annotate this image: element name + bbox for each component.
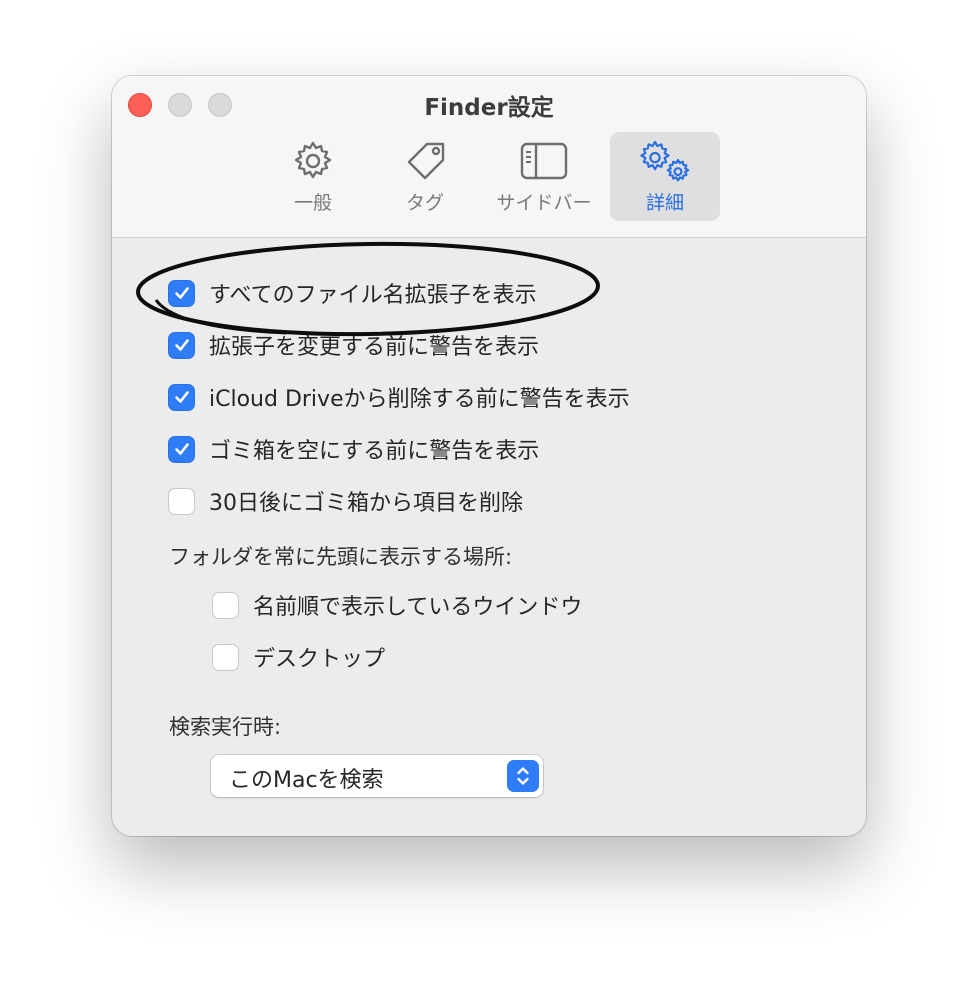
search-scope-popup[interactable]: このMacを検索 — [211, 755, 543, 797]
folders-on-top-heading: フォルダを常に先頭に表示する場所: — [169, 545, 513, 569]
option-warn-extension-change[interactable]: 拡張子を変更する前に警告を表示 — [168, 330, 539, 360]
search-scope-value: このMacを検索 — [229, 768, 384, 793]
option-warn-empty-trash[interactable]: ゴミ箱を空にする前に警告を表示 — [168, 434, 539, 464]
folders-top-desktop-checkbox[interactable] — [212, 643, 239, 671]
tab-general-label: 一般 — [293, 192, 332, 214]
remove-trash-30days-checkbox[interactable] — [168, 487, 195, 515]
folders-top-desktop-label: デスクトップ — [253, 647, 386, 672]
search-scope-heading: 検索実行時: — [169, 715, 282, 739]
show-extensions-checkbox[interactable] — [168, 279, 195, 307]
warn-empty-trash-checkbox[interactable] — [168, 435, 195, 463]
gear-icon — [258, 138, 368, 184]
warn-extension-change-label: 拡張子を変更する前に警告を表示 — [209, 335, 540, 360]
titlebar: Finder設定 一般 タグ サイドバー 詳細 — [112, 76, 866, 238]
advanced-pane: すべてのファイル名拡張子を表示 拡張子を変更する前に警告を表示 iCloud D… — [112, 238, 866, 836]
warn-icloud-remove-label: iCloud Driveから削除する前に警告を表示 — [209, 387, 630, 412]
option-show-extensions[interactable]: すべてのファイル名拡張子を表示 — [168, 278, 537, 308]
tab-tags-label: タグ — [405, 192, 444, 214]
tab-tags[interactable]: タグ — [370, 132, 480, 221]
sidebar-icon — [489, 138, 599, 184]
option-warn-icloud-remove[interactable]: iCloud Driveから削除する前に警告を表示 — [168, 382, 630, 412]
show-extensions-label: すべてのファイル名拡張子を表示 — [209, 283, 537, 308]
warn-empty-trash-label: ゴミ箱を空にする前に警告を表示 — [209, 439, 540, 464]
remove-trash-30days-label: 30日後にゴミ箱から項目を削除 — [209, 491, 523, 516]
tag-icon — [370, 138, 480, 184]
tab-sidebar[interactable]: サイドバー — [489, 132, 599, 221]
tab-sidebar-label: サイドバー — [496, 192, 592, 214]
tab-advanced-label: 詳細 — [645, 192, 684, 214]
checkmark-icon — [174, 443, 189, 455]
tab-general[interactable]: 一般 — [258, 132, 368, 221]
chevron-updown-icon — [507, 760, 539, 792]
option-folders-top-sorted-windows[interactable]: 名前順で表示しているウインドウ — [212, 590, 582, 620]
option-remove-trash-30days[interactable]: 30日後にゴミ箱から項目を削除 — [168, 486, 523, 516]
window-title: Finder設定 — [424, 95, 554, 121]
checkmark-icon — [174, 391, 189, 403]
tab-advanced[interactable]: 詳細 — [610, 132, 720, 221]
gears-icon — [610, 138, 720, 184]
checkmark-icon — [174, 287, 189, 299]
warn-icloud-remove-checkbox[interactable] — [168, 383, 195, 411]
folders-top-sorted-windows-checkbox[interactable] — [212, 591, 239, 619]
finder-settings-window: Finder設定 一般 タグ サイドバー 詳細 すべてのファイル名拡張子を表示 … — [112, 76, 866, 836]
checkmark-icon — [174, 339, 189, 351]
option-folders-top-desktop[interactable]: デスクトップ — [212, 642, 385, 672]
folders-top-sorted-windows-label: 名前順で表示しているウインドウ — [253, 595, 583, 620]
warn-extension-change-checkbox[interactable] — [168, 331, 195, 359]
